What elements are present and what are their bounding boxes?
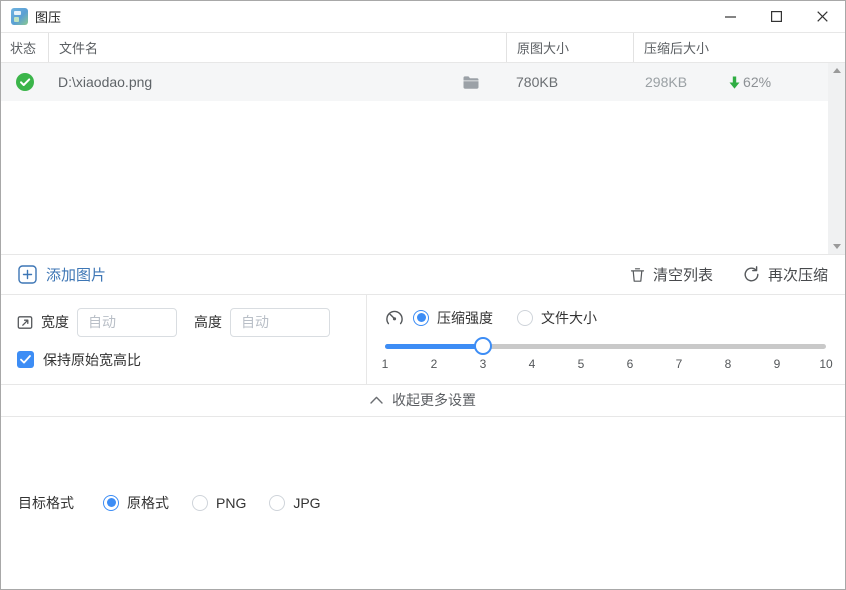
mode-strength-label: 压缩强度	[437, 308, 493, 328]
column-header-compressed-size: 压缩后大小	[633, 33, 828, 62]
slider-tick: 8	[725, 357, 732, 371]
minimize-icon	[725, 16, 736, 18]
clear-list-button[interactable]: 清空列表	[630, 264, 713, 285]
target-format-row: 目标格式 原格式 PNG JPG	[1, 417, 845, 590]
compression-mode-row: 压缩强度 文件大小	[385, 308, 826, 328]
width-input[interactable]	[77, 308, 177, 337]
column-header-status: 状态	[1, 33, 48, 62]
file-path: D:\xiaodao.png	[58, 74, 152, 90]
format-jpg-label: JPG	[293, 495, 320, 511]
slider-tick: 4	[529, 357, 536, 371]
format-original-radio[interactable]	[103, 495, 119, 511]
checkmark-icon	[20, 355, 31, 364]
slider-tick: 7	[676, 357, 683, 371]
height-input[interactable]	[230, 308, 330, 337]
reduction-percent: 62%	[743, 74, 771, 90]
resize-icon	[17, 314, 34, 331]
toolbar: 添加图片 清空列表 再次压缩	[1, 254, 845, 294]
success-check-icon	[16, 73, 34, 91]
row-compressed-size: 298KB	[645, 74, 687, 90]
resize-settings: 宽度 高度 保持原始宽高比	[1, 295, 367, 384]
format-original-option[interactable]: 原格式	[103, 493, 169, 513]
maximize-icon	[771, 11, 782, 22]
slider-ticks: 12345678910	[385, 357, 826, 372]
window-controls	[707, 1, 845, 32]
slider-tick: 2	[431, 357, 438, 371]
chevron-up-icon	[370, 396, 383, 404]
slider-fill	[385, 344, 483, 349]
compress-again-label: 再次压缩	[768, 264, 828, 285]
title-bar: 图压	[1, 1, 845, 32]
mode-filesize-radio[interactable]	[517, 310, 533, 326]
toolbar-right: 清空列表 再次压缩	[630, 264, 828, 285]
plus-square-icon	[18, 265, 37, 284]
row-compressed-cell: 298KB 62%	[633, 74, 828, 90]
format-png-radio[interactable]	[192, 495, 208, 511]
width-label: 宽度	[41, 312, 69, 332]
table-header: 状态 文件名 原图大小 压缩后大小	[1, 32, 845, 63]
row-status-cell	[1, 73, 48, 91]
scrollbar[interactable]	[828, 63, 845, 254]
gauge-icon	[385, 309, 404, 326]
collapse-settings-label: 收起更多设置	[392, 390, 476, 410]
dimensions-row: 宽度 高度	[17, 308, 350, 337]
maximize-button[interactable]	[753, 1, 799, 32]
aspect-row: 保持原始宽高比	[17, 350, 350, 370]
compression-settings: 压缩强度 文件大小 1 2 3 4 5 6 7 8 9 10	[367, 295, 845, 384]
format-original-label: 原格式	[127, 493, 169, 513]
settings-panel: 宽度 高度 保持原始宽高比	[1, 294, 845, 384]
slider-tick: 6	[627, 357, 634, 371]
close-button[interactable]	[799, 1, 845, 32]
reduction-badge: 62%	[729, 74, 771, 90]
keep-aspect-label: 保持原始宽高比	[43, 350, 141, 370]
mode-filesize-label: 文件大小	[541, 308, 597, 328]
app-icon	[11, 8, 28, 25]
window-title: 图压	[35, 7, 61, 26]
strength-slider[interactable]	[385, 337, 826, 355]
format-png-label: PNG	[216, 495, 246, 511]
down-arrow-icon	[729, 76, 740, 89]
app-window: 图压 状态 文件名 原图大小 压缩后大小	[0, 0, 846, 590]
scroll-down-icon[interactable]	[833, 244, 841, 249]
slider-handle[interactable]	[474, 337, 492, 355]
row-filename-cell: D:\xiaodao.png	[48, 74, 506, 90]
mode-strength-option[interactable]: 压缩强度	[413, 308, 493, 328]
slider-tick: 5	[578, 357, 585, 371]
compress-again-button[interactable]: 再次压缩	[743, 264, 828, 285]
add-images-button[interactable]: 添加图片	[18, 264, 106, 285]
collapse-settings-button[interactable]: 收起更多设置	[1, 384, 845, 417]
folder-icon	[463, 76, 479, 89]
clear-list-label: 清空列表	[653, 264, 713, 285]
close-icon	[817, 11, 828, 22]
slider-tick: 1	[382, 357, 389, 371]
column-header-original-size: 原图大小	[506, 33, 633, 62]
refresh-icon	[743, 266, 760, 283]
format-png-option[interactable]: PNG	[192, 495, 246, 511]
minimize-button[interactable]	[707, 1, 753, 32]
open-folder-button[interactable]	[463, 76, 479, 89]
target-format-label: 目标格式	[18, 493, 74, 513]
trash-icon	[630, 266, 645, 283]
slider-tick: 9	[774, 357, 781, 371]
keep-aspect-checkbox[interactable]	[17, 351, 34, 368]
height-label: 高度	[194, 312, 222, 332]
scroll-up-icon[interactable]	[833, 68, 841, 73]
format-jpg-option[interactable]: JPG	[269, 495, 320, 511]
format-jpg-radio[interactable]	[269, 495, 285, 511]
mode-strength-radio[interactable]	[413, 310, 429, 326]
table-row[interactable]: D:\xiaodao.png 780KB 298KB 62%	[1, 63, 828, 101]
column-header-filename: 文件名	[48, 33, 506, 62]
mode-filesize-option[interactable]: 文件大小	[517, 308, 597, 328]
row-original-size: 780KB	[506, 74, 633, 90]
add-images-label: 添加图片	[46, 264, 106, 285]
slider-tick: 10	[819, 357, 832, 371]
file-list: D:\xiaodao.png 780KB 298KB 62%	[1, 63, 845, 254]
slider-tick: 3	[480, 357, 487, 371]
